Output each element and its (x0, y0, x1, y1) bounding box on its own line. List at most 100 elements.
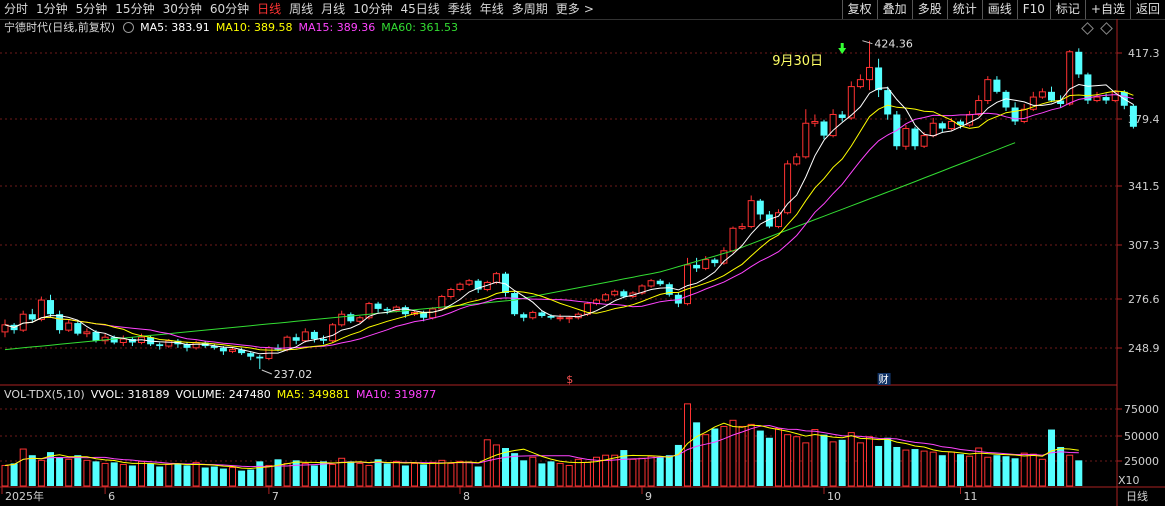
stock-title[interactable]: 宁德时代(日线,前复权) (4, 21, 115, 34)
candle-up (1111, 91, 1119, 102)
candle-down (502, 273, 509, 294)
volume-bar-up (747, 423, 755, 487)
toolbar-button[interactable]: 多股 (911, 0, 947, 19)
volume-bar-up (465, 461, 473, 487)
volume-bar-up (192, 461, 200, 487)
volume-bar-down (911, 449, 919, 486)
period-tab[interactable]: 月线 (317, 0, 349, 19)
candle-up (720, 250, 728, 264)
volume-bar-down (1011, 458, 1019, 486)
volume-bar-up (283, 462, 291, 487)
diamond-icon[interactable] (1081, 22, 1094, 35)
toolbar-button[interactable]: 画线 (981, 0, 1017, 19)
volume-bar-up (629, 458, 637, 487)
volume-title[interactable]: VOL-TDX(5,10) (4, 388, 85, 401)
volume-bar-up (638, 457, 646, 487)
candle-down (520, 314, 528, 318)
volume-bar-up (365, 464, 373, 487)
candle-up (602, 294, 610, 301)
period-tab[interactable]: 季线 (444, 0, 476, 19)
period-tab[interactable]: 5分钟 (72, 0, 112, 19)
down-arrow-icon (838, 48, 847, 54)
candle-up (947, 120, 955, 130)
volume-bar-down (256, 461, 264, 486)
more-arrow-icon[interactable]: > (584, 0, 598, 19)
toolbar-button[interactable]: +自选 (1084, 0, 1130, 19)
period-tab[interactable]: 30分钟 (159, 0, 206, 19)
candle-down (511, 293, 519, 315)
candle-up (529, 311, 537, 319)
toolbar-button[interactable]: 返回 (1129, 0, 1165, 19)
period-tab[interactable]: 10分钟 (349, 0, 396, 19)
legend-value: MA5: 383.91 (140, 21, 210, 34)
period-tab[interactable]: 60分钟 (206, 0, 253, 19)
candle-down (547, 315, 555, 318)
volume-bar-down (247, 469, 255, 486)
volume-bar-down (147, 463, 155, 486)
diamond-icon[interactable] (1100, 22, 1113, 35)
volume-unit-label: X10 (1118, 474, 1140, 487)
volume-bar-down (756, 430, 764, 486)
candle-down (147, 337, 155, 345)
toolbar-button[interactable]: 叠加 (876, 0, 912, 19)
volume-bar-up (611, 454, 619, 487)
volume-bar-down (957, 454, 964, 486)
volume-bar-up (119, 463, 127, 487)
candle-up (784, 163, 792, 214)
volume-bar-down (711, 428, 719, 486)
period-tab[interactable]: 更多 (552, 0, 584, 19)
volume-bar-down (128, 465, 136, 486)
candle-up (638, 285, 646, 294)
candle-up (802, 122, 810, 158)
volume-bar-up (301, 462, 309, 487)
candle-down (28, 314, 36, 320)
period-tab[interactable]: 分时 (0, 0, 32, 19)
volume-bar-down (347, 461, 355, 486)
period-tab[interactable]: 45日线 (396, 0, 443, 19)
period-tab[interactable]: 周线 (285, 0, 317, 19)
candle-down (1048, 91, 1055, 101)
candle-up (629, 292, 637, 298)
volume-bar-up (738, 425, 746, 487)
volume-bar-down (1057, 446, 1065, 486)
price-legend: 宁德时代(日线,前复权) MA5: 383.91 MA10: 389.58 MA15:… (4, 20, 470, 36)
price-axis-label: 341.5 (1128, 180, 1160, 193)
candle-down (320, 338, 327, 341)
candle-up (1029, 96, 1037, 110)
candle-up (37, 299, 45, 321)
toolbar-button[interactable]: F10 (1016, 0, 1050, 19)
volume-bar-up (929, 451, 937, 487)
volume-bar-up (447, 462, 455, 487)
toolbar-button[interactable]: 统计 (946, 0, 982, 19)
candle-up (19, 313, 27, 331)
period-tab[interactable]: 年线 (476, 0, 508, 19)
toolbar-button[interactable]: 复权 (841, 0, 877, 19)
candle-up (456, 283, 464, 291)
candle-down (401, 307, 409, 315)
candle-down (201, 342, 209, 347)
candle-down (247, 353, 255, 357)
x-axis-label: 9 (645, 490, 652, 503)
volume-ma10-line (4, 424, 1079, 468)
candlestick-chart[interactable]: 417.3 379.4 341.5 307.3 276.6 248.9 75000 50000… (0, 0, 1165, 506)
candle-down (183, 344, 191, 348)
legend-value: MA60: 361.53 (381, 21, 458, 34)
x-axis-label: 10 (827, 490, 841, 503)
volume-bar-up (565, 464, 573, 487)
period-tab[interactable]: 1分钟 (32, 0, 72, 19)
volume-bar-up (602, 454, 610, 487)
period-tab[interactable]: 日线 (253, 0, 285, 19)
settings-gear-icon[interactable] (123, 22, 135, 33)
candle-down (1011, 107, 1019, 122)
period-tab[interactable]: 多周期 (508, 0, 552, 19)
candle-down (1102, 97, 1110, 101)
period-tab[interactable]: 15分钟 (111, 0, 158, 19)
candle-up (447, 289, 455, 298)
volume-bar-down (401, 465, 409, 486)
volume-bar-up (37, 459, 45, 487)
volume-bar-down (292, 460, 300, 486)
volume-bar-down (674, 444, 682, 486)
toolbar-button[interactable]: 标记 (1049, 0, 1085, 19)
candle-down (875, 67, 883, 91)
volume-bar-down (938, 455, 946, 486)
